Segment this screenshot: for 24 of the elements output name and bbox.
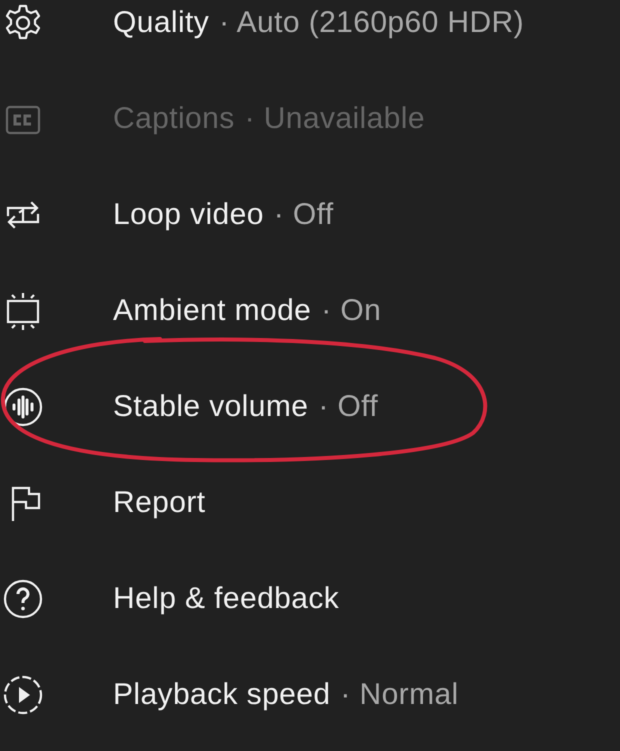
help-icon bbox=[3, 579, 43, 619]
menu-item-value: · Auto (2160p60 HDR) bbox=[219, 6, 524, 40]
menu-item-label: Report bbox=[113, 486, 206, 520]
menu-item[interactable]: Help & feedback bbox=[0, 551, 620, 647]
menu-item-label: Quality bbox=[113, 6, 210, 40]
menu-item-value: · Off bbox=[274, 198, 334, 232]
menu-item-label: Playback speed bbox=[113, 678, 330, 712]
menu-item[interactable]: Quality · Auto (2160p60 HDR) bbox=[0, 0, 620, 71]
menu-item[interactable]: Playback speed · Normal bbox=[0, 647, 620, 743]
menu-item-value: · Off bbox=[318, 390, 378, 424]
menu-item-label: Loop video bbox=[113, 198, 264, 232]
menu-item-value: · Normal bbox=[340, 678, 459, 712]
menu-item-value: · On bbox=[321, 294, 382, 328]
menu-item[interactable]: Stable volume · Off bbox=[0, 359, 620, 455]
menu-item-label: Help & feedback bbox=[113, 582, 340, 616]
menu-item-label: Captions bbox=[113, 102, 235, 136]
menu-item[interactable]: Loop video · Off bbox=[0, 167, 620, 263]
sound-wave-icon bbox=[3, 387, 43, 427]
menu-item[interactable]: Report bbox=[0, 455, 620, 551]
menu-item-value: · Unavailable bbox=[244, 102, 425, 136]
playback-speed-icon bbox=[3, 675, 43, 715]
menu-item[interactable]: Ambient mode · On bbox=[0, 263, 620, 359]
menu-item-label: Ambient mode bbox=[113, 294, 312, 328]
menu-item-label: Stable volume bbox=[113, 390, 308, 424]
